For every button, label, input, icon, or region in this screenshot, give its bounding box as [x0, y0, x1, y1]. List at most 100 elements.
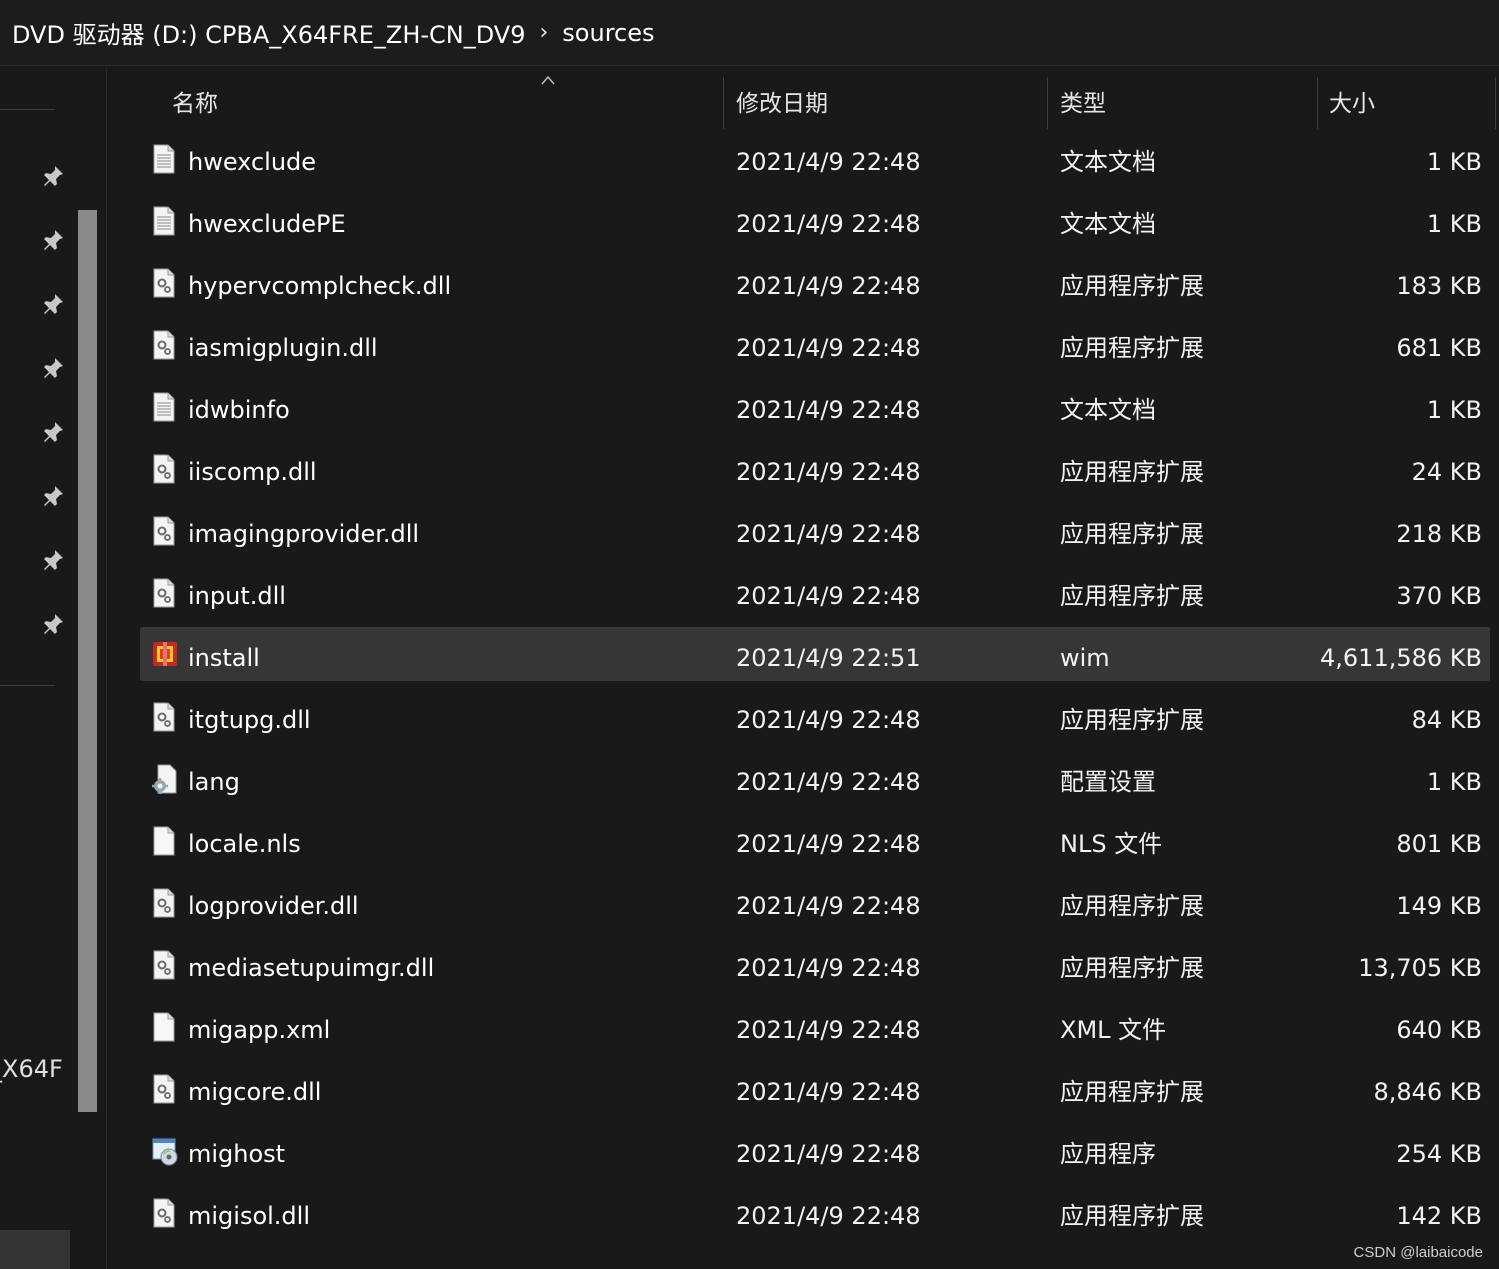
file-type: 文本文档: [1060, 148, 1156, 176]
column-separator[interactable]: [1317, 77, 1318, 129]
dll-file-icon: [152, 1198, 178, 1228]
pin-icon[interactable]: [40, 547, 66, 573]
file-date-modified: 2021/4/9 22:48: [736, 1140, 921, 1168]
file-name: logprovider.dll: [188, 892, 359, 920]
address-breadcrumb[interactable]: DVD 驱动器 (D:) CPBA_X64FRE_ZH-CN_DV9 › sou…: [0, 0, 1499, 66]
column-separator[interactable]: [723, 77, 724, 129]
file-name: mediasetupuimgr.dll: [188, 954, 435, 982]
file-type: XML 文件: [1060, 1016, 1167, 1044]
file-row[interactable]: logprovider.dll 2021/4/9 22:48 应用程序扩展 149 K…: [140, 875, 1490, 929]
file-row[interactable]: iiscomp.dll 2021/4/9 22:48 应用程序扩展 24 KB: [140, 441, 1490, 495]
breadcrumb-chevron-icon[interactable]: ›: [539, 20, 548, 45]
file-size: 681 KB: [1396, 334, 1482, 362]
pin-icon[interactable]: [40, 227, 66, 253]
dll-file-icon: [152, 330, 178, 360]
column-header-date[interactable]: 修改日期: [736, 67, 828, 129]
file-name: migisol.dll: [188, 1202, 311, 1230]
file-name: iiscomp.dll: [188, 458, 317, 486]
nav-item-truncated-label[interactable]: _X64F: [0, 1055, 63, 1083]
file-row[interactable]: locale.nls 2021/4/9 22:48 NLS 文件 801 KB: [140, 813, 1490, 867]
file-size: 640 KB: [1396, 1016, 1482, 1044]
pin-icon[interactable]: [40, 355, 66, 381]
dll-file-icon: [152, 268, 178, 298]
file-date-modified: 2021/4/9 22:48: [736, 520, 921, 548]
file-date-modified: 2021/4/9 22:48: [736, 954, 921, 982]
pin-icon[interactable]: [40, 163, 66, 189]
file-date-modified: 2021/4/9 22:48: [736, 334, 921, 362]
file-type: 应用程序扩展: [1060, 706, 1204, 734]
file-date-modified: 2021/4/9 22:48: [736, 272, 921, 300]
file-name: iasmigplugin.dll: [188, 334, 378, 362]
file-date-modified: 2021/4/9 22:48: [736, 1078, 921, 1106]
nav-divider: [0, 685, 55, 686]
dll-file-icon: [152, 950, 178, 980]
file-date-modified: 2021/4/9 22:48: [736, 458, 921, 486]
navigation-pane: _X64F: [0, 67, 107, 1269]
nav-item-highlight[interactable]: [0, 1230, 70, 1269]
file-name: hwexcludePE: [188, 210, 346, 238]
column-separator[interactable]: [1495, 77, 1496, 129]
file-type: 应用程序扩展: [1060, 458, 1204, 486]
file-size: 254 KB: [1396, 1140, 1482, 1168]
text-document-icon: [152, 206, 178, 236]
pin-icon[interactable]: [40, 419, 66, 445]
file-name: idwbinfo: [188, 396, 290, 424]
file-row[interactable]: iasmigplugin.dll 2021/4/9 22:48 应用程序扩展 681 …: [140, 317, 1490, 371]
file-row[interactable]: mediasetupuimgr.dll 2021/4/9 22:48 应用程序扩展 1…: [140, 937, 1490, 991]
file-date-modified: 2021/4/9 22:48: [736, 396, 921, 424]
file-name: install: [188, 644, 260, 672]
dll-file-icon: [152, 1074, 178, 1104]
file-row[interactable]: idwbinfo 2021/4/9 22:48 文本文档 1 KB: [140, 379, 1490, 433]
file-name: migapp.xml: [188, 1016, 331, 1044]
file-row[interactable]: install 2021/4/9 22:51 wim 4,611,586 KB: [140, 627, 1490, 681]
file-date-modified: 2021/4/9 22:48: [736, 706, 921, 734]
file-row[interactable]: hwexcludePE 2021/4/9 22:48 文本文档 1 KB: [140, 193, 1490, 247]
file-row[interactable]: mighost 2021/4/9 22:48 应用程序 254 KB: [140, 1123, 1490, 1177]
file-row[interactable]: imagingprovider.dll 2021/4/9 22:48 应用程序扩展 2…: [140, 503, 1490, 557]
column-header-row: 名称 修改日期 类型 大小: [107, 67, 1499, 129]
file-row[interactable]: itgtupg.dll 2021/4/9 22:48 应用程序扩展 84 KB: [140, 689, 1490, 743]
file-size: 1 KB: [1426, 768, 1482, 796]
file-row[interactable]: input.dll 2021/4/9 22:48 应用程序扩展 370 KB: [140, 565, 1490, 619]
file-date-modified: 2021/4/9 22:48: [736, 1202, 921, 1230]
file-type: NLS 文件: [1060, 830, 1163, 858]
column-header-type[interactable]: 类型: [1060, 67, 1106, 129]
file-row[interactable]: migisol.dll 2021/4/9 22:48 应用程序扩展 142 KB: [140, 1185, 1490, 1239]
pin-icon[interactable]: [40, 483, 66, 509]
file-date-modified: 2021/4/9 22:48: [736, 768, 921, 796]
file-size: 149 KB: [1396, 892, 1482, 920]
column-separator[interactable]: [1047, 77, 1048, 129]
breadcrumb-folder[interactable]: sources: [562, 19, 654, 47]
nav-divider: [0, 109, 55, 110]
file-name: hwexclude: [188, 148, 317, 176]
file-size: 370 KB: [1396, 582, 1482, 610]
nav-scrollbar-thumb[interactable]: [78, 210, 97, 1112]
file-size: 4,611,586 KB: [1320, 644, 1482, 672]
file-name: hypervcomplcheck.dll: [188, 272, 452, 300]
file-type: 应用程序扩展: [1060, 334, 1204, 362]
file-row[interactable]: migcore.dll 2021/4/9 22:48 应用程序扩展 8,846 KB: [140, 1061, 1490, 1115]
text-document-icon: [152, 144, 178, 174]
pin-icon[interactable]: [40, 611, 66, 637]
file-name: mighost: [188, 1140, 286, 1168]
file-date-modified: 2021/4/9 22:48: [736, 210, 921, 238]
dll-file-icon: [152, 578, 178, 608]
file-name: locale.nls: [188, 830, 301, 858]
file-row[interactable]: migapp.xml 2021/4/9 22:48 XML 文件 640 KB: [140, 999, 1490, 1053]
file-type: 应用程序扩展: [1060, 1202, 1204, 1230]
file-type: 应用程序扩展: [1060, 272, 1204, 300]
file-row[interactable]: hypervcomplcheck.dll 2021/4/9 22:48 应用程序扩展…: [140, 255, 1490, 309]
breadcrumb-drive[interactable]: DVD 驱动器 (D:) CPBA_X64FRE_ZH-CN_DV9: [12, 15, 525, 50]
file-date-modified: 2021/4/9 22:48: [736, 148, 921, 176]
file-date-modified: 2021/4/9 22:48: [736, 582, 921, 610]
file-size: 183 KB: [1396, 272, 1482, 300]
file-row[interactable]: lang 2021/4/9 22:48 配置设置 1 KB: [140, 751, 1490, 805]
file-date-modified: 2021/4/9 22:48: [736, 892, 921, 920]
file-name: itgtupg.dll: [188, 706, 311, 734]
column-header-size[interactable]: 大小: [1329, 67, 1375, 129]
pin-icon[interactable]: [40, 291, 66, 317]
file-type: 文本文档: [1060, 396, 1156, 424]
file-size: 801 KB: [1396, 830, 1482, 858]
file-row[interactable]: hwexclude 2021/4/9 22:48 文本文档 1 KB: [140, 131, 1490, 185]
column-header-name[interactable]: 名称: [172, 67, 218, 129]
